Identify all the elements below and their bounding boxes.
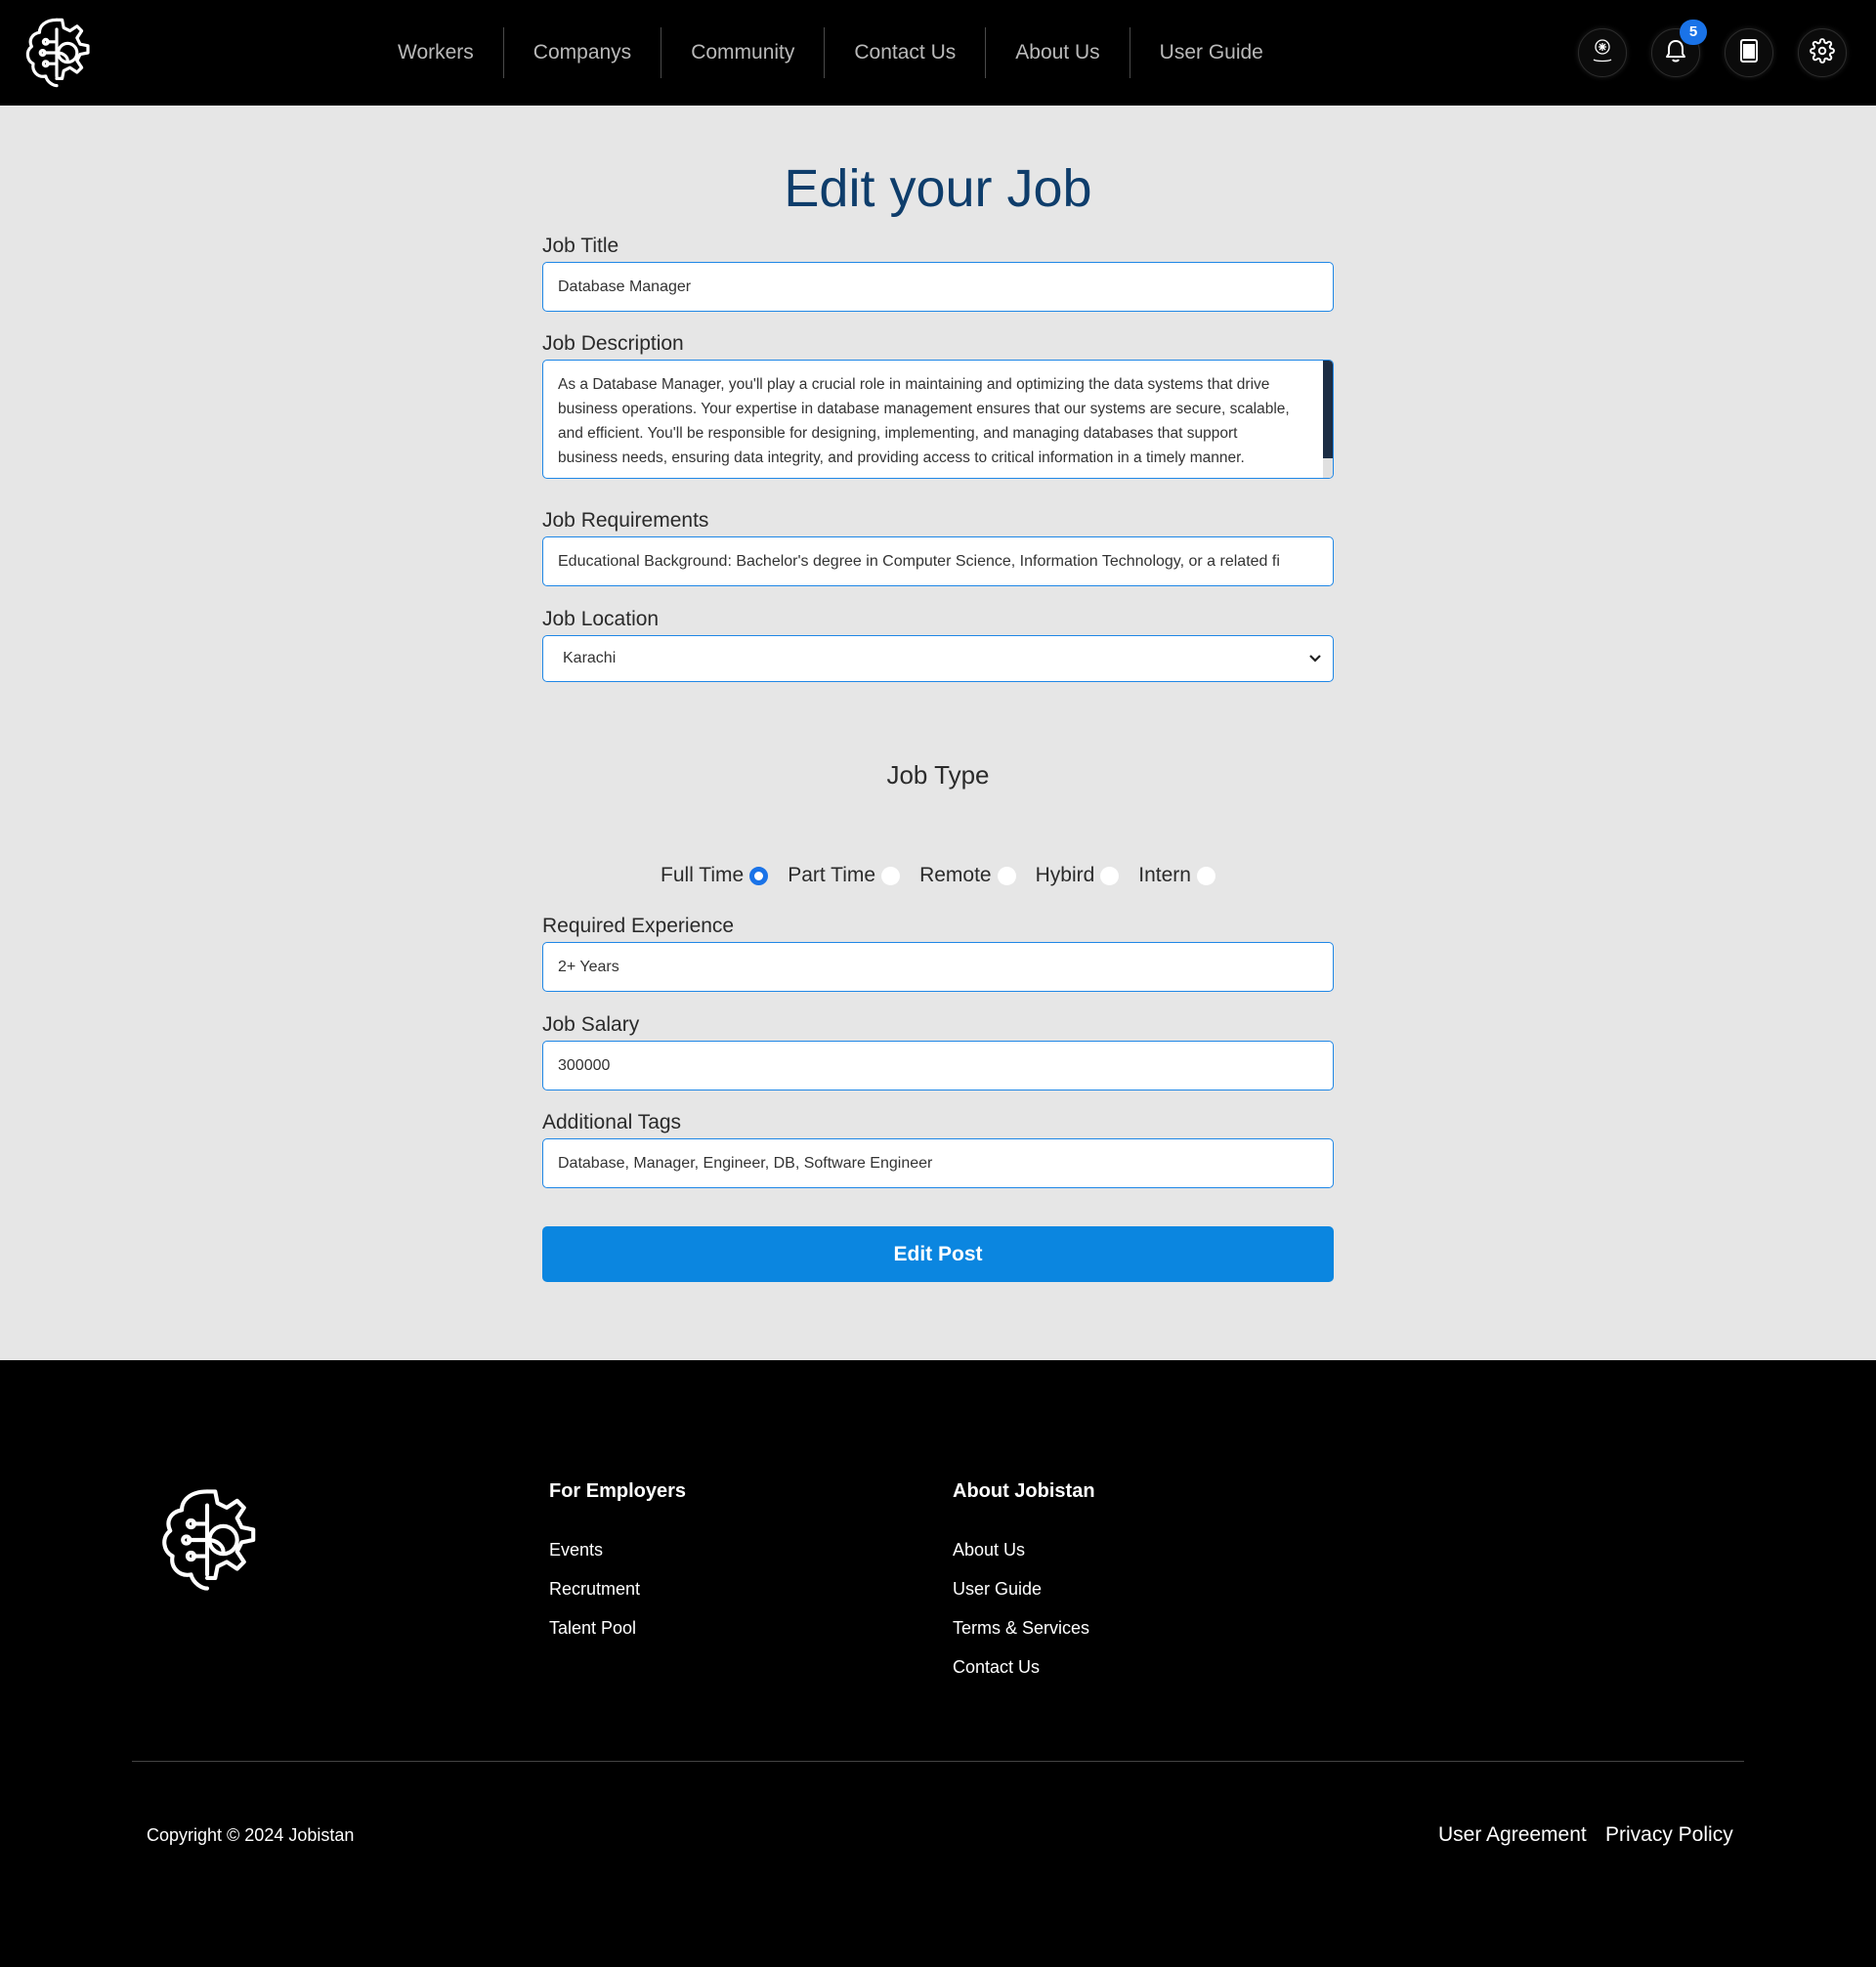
job-description-text: As a Database Manager, you'll play a cru… bbox=[558, 376, 1290, 466]
footer-link-terms[interactable]: Terms & Services bbox=[953, 1618, 1089, 1639]
footer-link-talent-pool[interactable]: Talent Pool bbox=[549, 1618, 636, 1639]
job-salary-label: Job Salary bbox=[542, 1013, 640, 1036]
profile-avatar-icon bbox=[1586, 34, 1619, 72]
settings-button[interactable] bbox=[1798, 28, 1847, 77]
textarea-scrollbar[interactable] bbox=[1323, 361, 1333, 478]
nav-contact-us[interactable]: Contact Us bbox=[825, 27, 987, 78]
radio-label: Intern bbox=[1138, 864, 1191, 886]
notification-count-badge: 5 bbox=[1680, 20, 1707, 45]
footer-divider bbox=[132, 1761, 1744, 1762]
radio-label: Hybird bbox=[1035, 864, 1095, 886]
nav-user-guide[interactable]: User Guide bbox=[1130, 27, 1293, 78]
additional-tags-input[interactable]: Database, Manager, Engineer, DB, Softwar… bbox=[542, 1138, 1334, 1188]
footer-link-user-guide[interactable]: User Guide bbox=[953, 1579, 1042, 1600]
job-requirements-label: Job Requirements bbox=[542, 509, 709, 532]
notifications-button[interactable]: 5 bbox=[1651, 20, 1707, 77]
footer-link-recrutment[interactable]: Recrutment bbox=[549, 1579, 640, 1600]
main-nav: Workers Companys Community Contact Us Ab… bbox=[368, 27, 1293, 78]
user-agreement-link[interactable]: User Agreement bbox=[1438, 1823, 1587, 1847]
radio-hybird[interactable] bbox=[1100, 866, 1120, 885]
radio-intern[interactable] bbox=[1196, 866, 1215, 885]
privacy-policy-link[interactable]: Privacy Policy bbox=[1605, 1823, 1733, 1847]
radio-remote[interactable] bbox=[997, 866, 1016, 885]
brain-gear-logo-icon[interactable] bbox=[18, 14, 96, 92]
radio-label: Remote bbox=[919, 864, 992, 886]
job-type-remote[interactable]: Remote bbox=[919, 864, 1016, 887]
nav-community[interactable]: Community bbox=[661, 27, 826, 78]
job-location-value: Karachi bbox=[563, 650, 617, 666]
top-navbar: Workers Companys Community Contact Us Ab… bbox=[0, 0, 1876, 106]
job-title-label: Job Title bbox=[542, 235, 619, 257]
footer: For Employers Events Recrutment Talent P… bbox=[0, 1360, 1876, 1967]
footer-brain-gear-logo-icon bbox=[149, 1482, 265, 1598]
radio-full-time[interactable] bbox=[749, 866, 769, 885]
profile-avatar-button[interactable] bbox=[1578, 28, 1627, 77]
job-description-label: Job Description bbox=[542, 332, 684, 355]
footer-link-events[interactable]: Events bbox=[549, 1540, 603, 1561]
footer-employers-heading: For Employers bbox=[549, 1480, 687, 1502]
radio-label: Full Time bbox=[661, 864, 745, 886]
page-title: Edit your Job bbox=[784, 159, 1092, 218]
nav-about-us[interactable]: About Us bbox=[986, 27, 1130, 78]
footer-link-about-us[interactable]: About Us bbox=[953, 1540, 1025, 1561]
job-type-heading: Job Type bbox=[886, 760, 990, 790]
job-type-intern[interactable]: Intern bbox=[1138, 864, 1215, 887]
job-title-input[interactable]: Database Manager bbox=[542, 262, 1334, 312]
additional-tags-label: Additional Tags bbox=[542, 1111, 682, 1133]
required-experience-label: Required Experience bbox=[542, 915, 735, 937]
radio-label: Part Time bbox=[788, 864, 876, 886]
footer-link-contact-us[interactable]: Contact Us bbox=[953, 1657, 1040, 1678]
job-requirements-input[interactable]: Educational Background: Bachelor's degre… bbox=[542, 536, 1334, 586]
job-location-label: Job Location bbox=[542, 608, 660, 630]
job-salary-input[interactable]: 300000 bbox=[542, 1041, 1334, 1090]
chevron-down-icon bbox=[1307, 650, 1323, 665]
edit-post-button[interactable]: Edit Post bbox=[542, 1226, 1334, 1282]
job-location-select[interactable]: Karachi bbox=[542, 635, 1334, 682]
radio-part-time[interactable] bbox=[881, 866, 901, 885]
job-type-part-time[interactable]: Part Time bbox=[788, 864, 901, 887]
job-type-hybird[interactable]: Hybird bbox=[1036, 864, 1120, 887]
documents-button[interactable] bbox=[1725, 28, 1773, 77]
document-icon bbox=[1738, 38, 1760, 68]
job-type-full-time[interactable]: Full Time bbox=[661, 864, 769, 887]
footer-about-heading: About Jobistan bbox=[953, 1480, 1095, 1502]
nav-workers[interactable]: Workers bbox=[368, 27, 504, 78]
copyright-text: Copyright © 2024 Jobistan bbox=[147, 1825, 355, 1845]
gear-icon bbox=[1810, 37, 1835, 68]
textarea-scroll-thumb[interactable] bbox=[1323, 361, 1333, 458]
job-description-textarea[interactable]: As a Database Manager, you'll play a cru… bbox=[542, 360, 1334, 479]
nav-companys[interactable]: Companys bbox=[504, 27, 662, 78]
job-type-radio-group: Full Time Part Time Remote Hybird Intern bbox=[0, 864, 1876, 887]
required-experience-input[interactable]: 2+ Years bbox=[542, 942, 1334, 992]
